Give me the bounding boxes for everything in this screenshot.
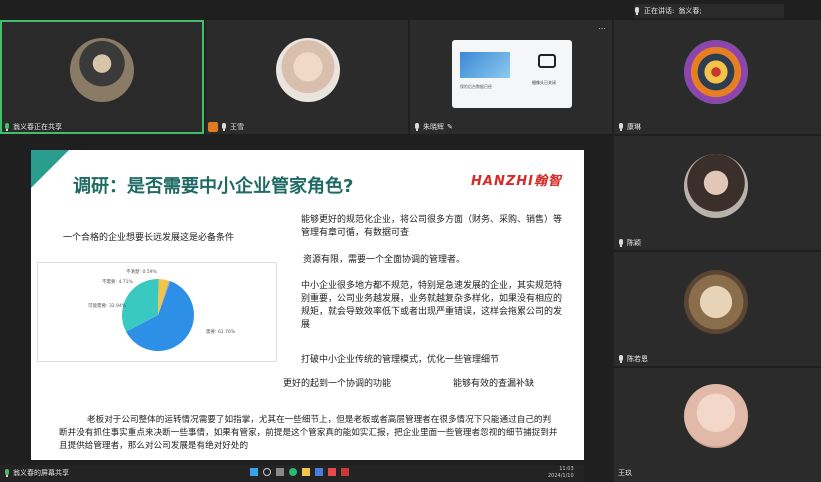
slide-title: 调研：是否需要中小企业管家角色?	[73, 176, 354, 197]
participant-avatar	[684, 154, 748, 218]
participant-name: 康琳	[627, 123, 641, 131]
thumbnail-caption: 保险后台数据已经	[460, 84, 492, 89]
speaking-name: 翁义春;	[678, 7, 702, 15]
mic-icon	[618, 355, 624, 363]
tile-name-bar: 翁义春正在共享	[4, 120, 62, 134]
participant-name: 朱晓辉	[423, 123, 444, 131]
paragraph-5a: 更好的起到一个协调的功能	[283, 379, 392, 389]
paragraph-3: 中小企业很多地方都不规范，特别是急速发展的企业，其实规范特别重要，公司业务越发展…	[301, 281, 563, 330]
video-tile-participant[interactable]: 康琳	[614, 20, 821, 134]
side-participant-tile[interactable]: 陈若恩	[614, 252, 821, 366]
bottom-paragraph: 老板对于公司整体的运转情况需要了如指掌，尤其在一些细节上，但是老板或者高层管理者…	[59, 415, 558, 451]
participant-name: 陈颖	[627, 239, 641, 247]
slide-corner-decoration	[31, 150, 69, 188]
app-icon[interactable]	[328, 468, 336, 476]
edit-icon: ✎	[447, 123, 453, 131]
participant-avatar	[276, 38, 340, 102]
taskview-icon[interactable]	[276, 468, 284, 476]
mic-icon	[618, 123, 624, 131]
user-badge-icon	[208, 122, 218, 132]
mic-icon	[221, 123, 227, 131]
tile-name-bar: 陈颖	[618, 236, 641, 250]
mic-icon	[4, 123, 10, 131]
left-heading: 一个合格的企业想要长远发展这是必备条件	[63, 233, 235, 243]
participant-avatar	[684, 40, 748, 104]
side-participant-tile[interactable]: 王玖	[614, 368, 821, 482]
video-tile-participant[interactable]: 保险后台数据已经 摄像头已关闭 朱晓辉 ✎	[410, 20, 612, 134]
mic-icon	[414, 123, 420, 131]
edge-icon[interactable]	[289, 468, 297, 476]
participant-name: 陈若恩	[627, 355, 648, 363]
clock: 11:03 2024/1/10	[548, 466, 574, 480]
tile-name-bar: 陈若恩	[618, 352, 648, 366]
paragraph-2: 资源有限，需要一个全面协调的管理者。	[303, 255, 466, 265]
mic-icon	[618, 239, 624, 247]
shared-slide: 调研：是否需要中小企业管家角色? HANZHI翰智 一个合格的企业想要长远发展这…	[31, 150, 584, 460]
slice-label-no: 不需要: 4.71%	[102, 279, 133, 285]
participant-avatar	[684, 270, 748, 334]
video-tile-participant[interactable]: 王雪	[206, 20, 408, 134]
paragraph-1: 能够更好的规范化企业，将公司很多方面（财务、采购、销售）等管理有章可循，有数据可…	[301, 215, 563, 238]
side-participant-tile[interactable]: 陈颖	[614, 136, 821, 250]
slice-label-unsure: 不清楚: 0.59%	[126, 268, 157, 275]
paragraph-5b: 能够有效的查漏补缺	[453, 379, 535, 389]
tile-name-bar: 康琳	[618, 120, 641, 134]
thumbnail-image	[460, 52, 510, 78]
brand-logo: HANZHI翰智	[471, 174, 562, 189]
clock-time: 11:03	[559, 466, 574, 472]
participant-name: 王玖	[618, 469, 632, 477]
slice-label-yes: 需要: 61.76%	[206, 329, 236, 335]
participant-name: 翁义春正在共享	[13, 123, 62, 131]
paragraph-4: 打破中小企业传统的管理模式，优化一些管理细节	[301, 355, 500, 365]
presenter-avatar	[70, 38, 134, 102]
more-options-icon[interactable]: ⋯	[598, 24, 606, 33]
camera-off-icon	[538, 54, 556, 68]
tile-name-bar: 王雪	[208, 120, 244, 134]
search-icon[interactable]	[263, 468, 271, 476]
slice-label-maybe: 可能需要: 32.94%	[88, 302, 127, 309]
taskbar-icons	[250, 468, 349, 476]
tile-name-bar: 朱晓辉 ✎	[414, 120, 453, 134]
speaking-label: 正在讲话:	[644, 7, 675, 15]
app-icon[interactable]	[315, 468, 323, 476]
mic-icon	[4, 469, 10, 477]
pie-chart: 不清楚: 0.59% 不需要: 4.71% 可能需要: 32.94% 需要: 6…	[88, 268, 236, 351]
tile-name-bar: 王玖	[618, 466, 632, 480]
screen-share-label: 翁义春的屏幕共享	[4, 466, 69, 480]
clock-date: 2024/1/10	[548, 473, 574, 479]
taskbar: 翁义春的屏幕共享 11:03 2024/1/10	[0, 465, 584, 482]
shared-thumbnail: 保险后台数据已经 摄像头已关闭	[452, 40, 572, 108]
speaking-indicator: 正在讲话: 翁义春;	[634, 4, 784, 18]
participant-avatar	[684, 384, 748, 448]
video-tile-presenter[interactable]: 翁义春正在共享	[0, 20, 204, 134]
app-icon[interactable]	[341, 468, 349, 476]
participant-name: 王雪	[230, 123, 244, 131]
folder-icon[interactable]	[302, 468, 310, 476]
camera-off-label: 摄像头已关闭	[532, 80, 556, 85]
pie-chart-panel: 不清楚: 0.59% 不需要: 4.71% 可能需要: 32.94% 需要: 6…	[37, 262, 277, 362]
screen-share-name: 翁义春的屏幕共享	[13, 469, 69, 477]
mic-icon	[634, 7, 640, 15]
windows-icon[interactable]	[250, 468, 258, 476]
